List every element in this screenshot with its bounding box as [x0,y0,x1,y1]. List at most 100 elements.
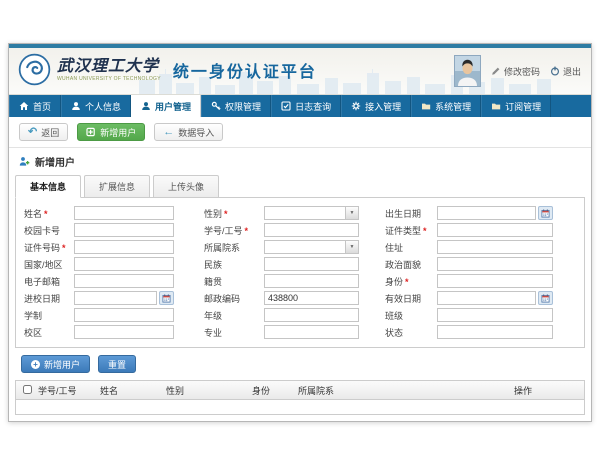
class-label: 班级 [385,309,437,322]
gender-dropdown-button[interactable]: ▼ [346,206,359,220]
name-field [74,206,174,220]
col-student-id: 学号/工号 [36,384,98,397]
brand: 武汉理工大学 WUHAN UNIVERSITY OF TECHNOLOGY 统一… [18,53,317,86]
nav-item-personal-info[interactable]: 个人信息 [61,95,131,117]
major-input[interactable] [264,325,359,339]
change-password-link[interactable]: 修改密码 [491,65,540,78]
department-dropdown-button[interactable]: ▼ [346,240,359,254]
campus-field [74,325,174,339]
country-region-input[interactable] [74,257,174,271]
add-user-section-icon [19,156,30,167]
chevron-down-icon: ▼ [350,211,355,216]
political-status-input[interactable] [437,257,553,271]
email-input[interactable] [74,274,174,288]
reset-button[interactable]: 重置 [98,355,136,373]
power-icon [550,66,560,76]
app-window: 武汉理工大学 WUHAN UNIVERSITY OF TECHNOLOGY 统一… [8,43,592,422]
student-id-field [264,223,359,237]
education-length-label: 学制 [24,309,74,322]
screenshot-stage: 武汉理工大学 WUHAN UNIVERSITY OF TECHNOLOGY 统一… [0,0,600,450]
submit-add-user-button[interactable]: + 新增用户 [21,355,90,373]
col-identity: 身份 [250,384,296,397]
back-button[interactable]: ↶ 返回 [19,123,68,141]
birth-date-calendar-button[interactable] [538,206,553,220]
education-length-field [74,308,174,322]
nav-item-subscription-management[interactable]: 订阅管理 [481,95,551,117]
grade-field [264,308,359,322]
import-arrow-icon: ← [163,127,174,138]
valid-date-calendar-button[interactable] [538,291,553,305]
campus-card-field [74,223,174,237]
select-all-checkbox[interactable] [23,385,32,394]
id-type-input[interactable] [437,223,553,237]
native-place-input[interactable] [264,274,359,288]
col-department: 所属院系 [296,384,512,397]
university-name-en: WUHAN UNIVERSITY OF TECHNOLOGY [57,76,161,82]
identity-label: 身份* [385,275,437,288]
name-input[interactable] [74,206,174,220]
status-field [437,325,553,339]
campus-card-label: 校园卡号 [24,224,74,237]
logout-label: 退出 [563,65,581,78]
calendar-icon [541,209,550,218]
key-icon [211,101,221,111]
political-status-label: 政治面貌 [385,258,437,271]
status-input[interactable] [437,325,553,339]
tab-basic-info[interactable]: 基本信息 [15,175,81,198]
folder-icon [491,101,501,111]
birth-date-input[interactable] [437,206,536,220]
platform-title: 统一身份认证平台 [173,58,317,82]
department-input[interactable] [264,240,346,254]
basic-info-panel: 姓名* 性别* ▼ 出生日期 校园卡号 学号/工号* 证件类型* 证件号码* 所… [15,197,585,348]
nav-item-log-query[interactable]: 日志查询 [271,95,341,117]
toolbar: ↶ 返回 新增用户 ← 数据导入 [9,117,591,147]
university-name-zh: 武汉理工大学 [57,58,161,75]
back-arrow-icon: ↶ [28,127,37,138]
tab-extended-info[interactable]: 扩展信息 [84,175,150,198]
address-input[interactable] [437,240,553,254]
entry-date-input[interactable] [74,291,157,305]
pencil-icon [491,66,501,76]
status-label: 状态 [385,326,437,339]
add-user-toolbar-button[interactable]: 新增用户 [77,123,145,141]
id-type-label: 证件类型* [385,224,437,237]
ethnicity-input[interactable] [264,257,359,271]
education-length-input[interactable] [74,308,174,322]
gear-icon [351,101,361,111]
address-field [437,240,553,254]
campus-card-input[interactable] [74,223,174,237]
student-id-input[interactable] [264,223,359,237]
table-header-row: 学号/工号 姓名 性别 身份 所属院系 操作 [16,381,584,400]
plus-circle-icon: + [31,360,40,369]
name-label: 姓名* [24,207,74,220]
class-input[interactable] [437,308,553,322]
section-header: 新增用户 [9,148,591,173]
nav-item-user-management[interactable]: 用户管理 [131,95,201,117]
nav-item-access-management[interactable]: 接入管理 [341,95,411,117]
users-icon [141,101,151,111]
data-import-button[interactable]: ← 数据导入 [154,123,223,141]
id-number-label: 证件号码* [24,241,74,254]
major-field [264,325,359,339]
id-type-field [437,223,553,237]
section-title: 新增用户 [35,154,75,169]
campus-input[interactable] [74,325,174,339]
valid-date-input[interactable] [437,291,536,305]
id-number-input[interactable] [74,240,174,254]
nav-item-home[interactable]: 首页 [9,95,61,117]
logout-link[interactable]: 退出 [550,65,581,78]
postal-code-input[interactable] [264,291,359,305]
identity-input[interactable] [437,274,553,288]
user-avatar[interactable] [454,55,481,87]
gender-field: ▼ [264,206,359,220]
grade-input[interactable] [264,308,359,322]
tab-upload-avatar[interactable]: 上传头像 [153,175,219,198]
gender-input[interactable] [264,206,346,220]
nav-item-permission-management[interactable]: 权限管理 [201,95,271,117]
entry-date-label: 进校日期 [24,292,74,305]
folder-icon [421,101,431,111]
identity-field [437,274,553,288]
entry-date-calendar-button[interactable] [159,291,174,305]
campus-label: 校区 [24,326,74,339]
nav-item-system-management[interactable]: 系统管理 [411,95,481,117]
